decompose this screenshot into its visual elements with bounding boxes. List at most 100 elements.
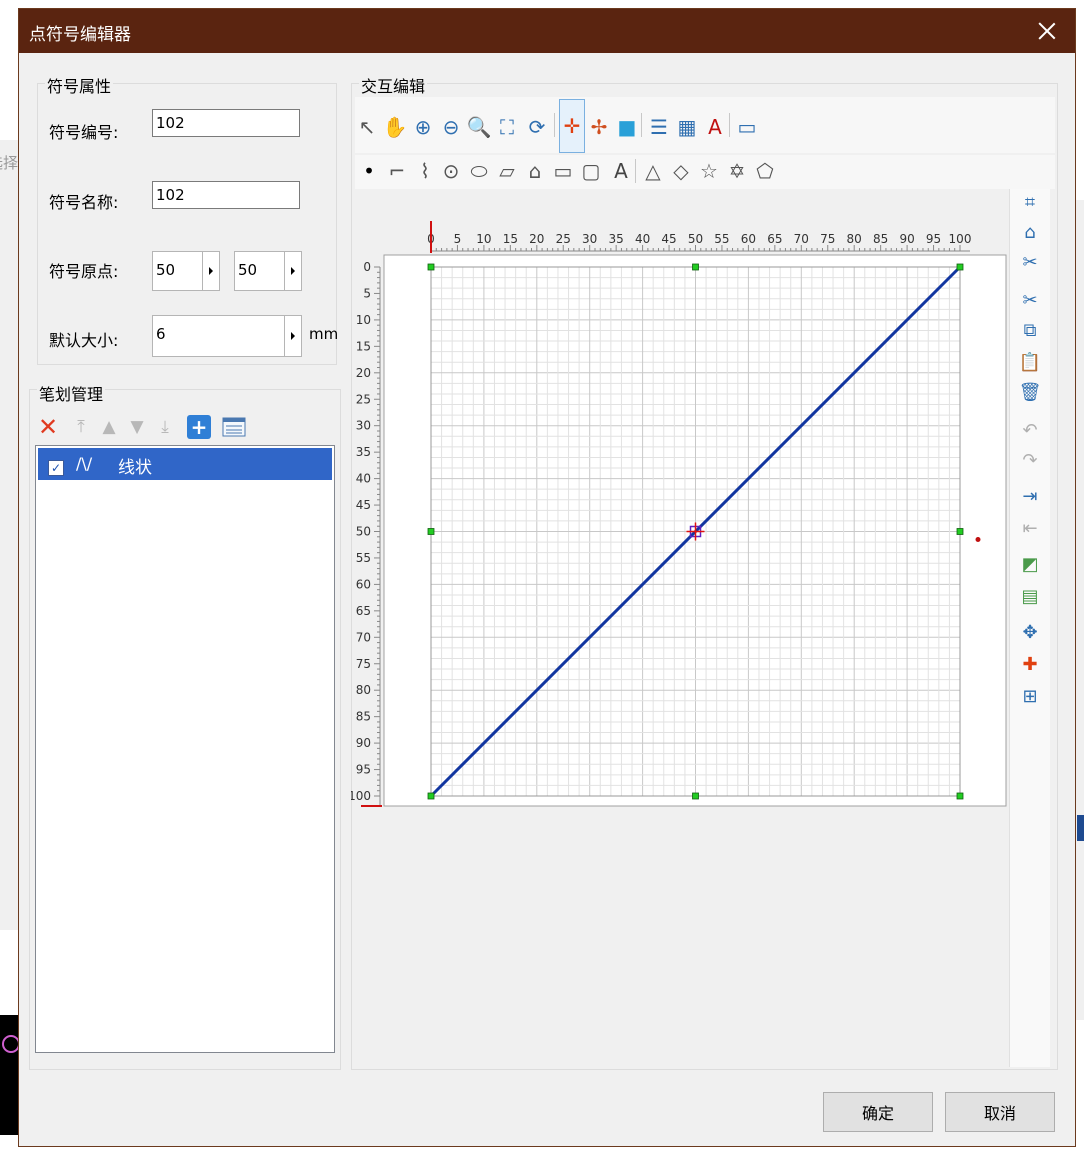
- move-point-icon[interactable]: ✢: [587, 115, 611, 139]
- checkbox-checked-icon[interactable]: ✓: [48, 460, 64, 476]
- move-top-icon[interactable]: ⤒: [69, 415, 93, 439]
- x-tick-label: 35: [609, 232, 624, 246]
- symbol-number-input[interactable]: 102: [152, 109, 300, 137]
- x-tick-label: 85: [873, 232, 888, 246]
- y-tick-label: 75: [356, 657, 371, 671]
- toolbar-separator: [554, 113, 555, 137]
- bezier-icon[interactable]: ⌇: [413, 159, 437, 183]
- triangle-icon[interactable]: △: [641, 159, 665, 183]
- dialog-title: 点符号编辑器: [29, 25, 131, 45]
- polygon-icon[interactable]: ⬠: [753, 159, 777, 183]
- close-button[interactable]: [1027, 13, 1067, 49]
- selection-handle[interactable]: [427, 263, 435, 271]
- bring-front-icon[interactable]: ⇥: [1018, 485, 1042, 509]
- list-item[interactable]: ✓ /\/ 线状: [38, 448, 332, 480]
- ok-button[interactable]: 确定: [823, 1092, 933, 1132]
- selection-handle[interactable]: [692, 263, 699, 271]
- origin-x-arrow-icon[interactable]: [202, 252, 219, 290]
- grid-icon[interactable]: ▦: [675, 115, 699, 139]
- shape-icon[interactable]: ⌂: [1018, 221, 1042, 245]
- y-tick-label: 55: [356, 551, 371, 565]
- x-tick-label: 75: [820, 232, 835, 246]
- symbol-name-input[interactable]: 102: [152, 181, 300, 209]
- origin-x-value: 50: [156, 261, 176, 279]
- zoom-out-icon[interactable]: ⊖: [439, 115, 463, 139]
- origin-x-stepper[interactable]: 50: [152, 251, 220, 291]
- text-icon[interactable]: A: [609, 159, 633, 183]
- selection-handle[interactable]: [956, 792, 964, 800]
- add-vertex-icon[interactable]: ⌗: [1018, 191, 1042, 215]
- x-tick-label: 50: [688, 232, 703, 246]
- selection-handle[interactable]: [956, 263, 964, 271]
- cancel-button[interactable]: 取消: [945, 1092, 1055, 1132]
- break-icon[interactable]: ✂: [1018, 251, 1042, 275]
- six-point-star-icon[interactable]: ✡: [725, 159, 749, 183]
- x-tick-label: 30: [582, 232, 597, 246]
- x-tick-label: 25: [556, 232, 571, 246]
- stroke-list[interactable]: ✓ /\/ 线状: [35, 445, 335, 1053]
- x-tick-label: 45: [661, 232, 676, 246]
- x-tick-label: 65: [767, 232, 782, 246]
- point-icon[interactable]: •: [357, 159, 381, 183]
- symbol-canvas[interactable]: 0 5 10 15 20 25 30 35 40 45 50 55 60 65 70 75 80 85 90 95 10…: [351, 199, 1011, 819]
- zoom-window-icon[interactable]: 🔍: [467, 115, 492, 139]
- default-size-arrow-icon[interactable]: [284, 316, 301, 356]
- send-back-icon[interactable]: ⇤: [1018, 517, 1042, 541]
- selection-handle[interactable]: [427, 528, 435, 535]
- interactive-editing-label: 交互编辑: [359, 73, 428, 97]
- delete-icon[interactable]: ✕: [36, 415, 60, 439]
- delete-icon[interactable]: 🗑: [1018, 381, 1042, 405]
- selection-handle[interactable]: [427, 792, 435, 800]
- image-icon[interactable]: ▤: [1018, 585, 1042, 609]
- move-down-icon[interactable]: ▼: [125, 415, 149, 439]
- selection-handle[interactable]: [956, 528, 964, 535]
- fill-style-icon[interactable]: ◩: [1018, 553, 1042, 577]
- grid-snap-icon[interactable]: ⊞: [1018, 685, 1042, 709]
- add-stroke-icon[interactable]: +: [187, 415, 211, 439]
- undo-icon[interactable]: ↶: [1018, 419, 1042, 443]
- title-bar: 点符号编辑器: [19, 9, 1075, 53]
- set-origin-icon[interactable]: ✛: [559, 99, 585, 153]
- symbol-name-label: 符号名称:: [49, 193, 119, 212]
- origin-y-arrow-icon[interactable]: [284, 252, 301, 290]
- full-extent-icon[interactable]: ⛶: [495, 115, 519, 139]
- redo-icon[interactable]: ↷: [1018, 449, 1042, 473]
- rounded-rect-icon[interactable]: ▢: [579, 159, 603, 183]
- rotate-handle[interactable]: [975, 537, 981, 542]
- y-tick-label: 70: [356, 630, 371, 644]
- point-symbol-editor-dialog: 点符号编辑器 符号属性 符号编号: 102 符号名称: 102 符号原点: 50…: [18, 8, 1076, 1147]
- default-size-stepper[interactable]: 6: [152, 315, 302, 357]
- move-up-icon[interactable]: ▲: [97, 415, 121, 439]
- text-color-icon[interactable]: A: [703, 115, 727, 139]
- diamond-icon[interactable]: ◇: [669, 159, 693, 183]
- window-icon[interactable]: ▭: [735, 115, 759, 139]
- selection-handle[interactable]: [692, 792, 699, 800]
- y-tick-label: 10: [356, 313, 371, 327]
- ellipse-icon[interactable]: ⬭: [467, 159, 491, 183]
- star-icon[interactable]: ☆: [697, 159, 721, 183]
- pan-hand-icon[interactable]: ✋: [383, 115, 408, 139]
- move-icon[interactable]: ✥: [1018, 621, 1042, 645]
- rectangle-icon[interactable]: ▭: [551, 159, 575, 183]
- y-tick-label: 5: [363, 286, 371, 300]
- y-tick-label: 35: [356, 445, 371, 459]
- properties-list-icon[interactable]: [222, 415, 246, 439]
- select-arrow-icon[interactable]: ↖: [355, 115, 379, 139]
- zoom-in-icon[interactable]: ⊕: [411, 115, 435, 139]
- origin-y-stepper[interactable]: 50: [234, 251, 302, 291]
- x-tick-label: 100: [949, 232, 972, 246]
- refresh-icon[interactable]: ⟳: [525, 115, 549, 139]
- y-tick-label: 60: [356, 577, 371, 591]
- paste-icon[interactable]: 📋: [1018, 351, 1042, 375]
- copy-icon[interactable]: ⧉: [1018, 319, 1042, 343]
- polyline-icon[interactable]: ⌐: [385, 159, 409, 183]
- pick-point-icon[interactable]: ✚: [1018, 653, 1042, 677]
- fill-icon[interactable]: ■: [615, 115, 639, 139]
- lines-icon[interactable]: ☰: [647, 115, 671, 139]
- move-bottom-icon[interactable]: ⤓: [153, 415, 177, 439]
- y-tick-label: 80: [356, 683, 371, 697]
- parallelogram-icon[interactable]: ▱: [495, 159, 519, 183]
- cut-icon[interactable]: ✂: [1018, 289, 1042, 313]
- arc-polygon-icon[interactable]: ⌂: [523, 159, 547, 183]
- circle-point-icon[interactable]: ⊙: [439, 159, 463, 183]
